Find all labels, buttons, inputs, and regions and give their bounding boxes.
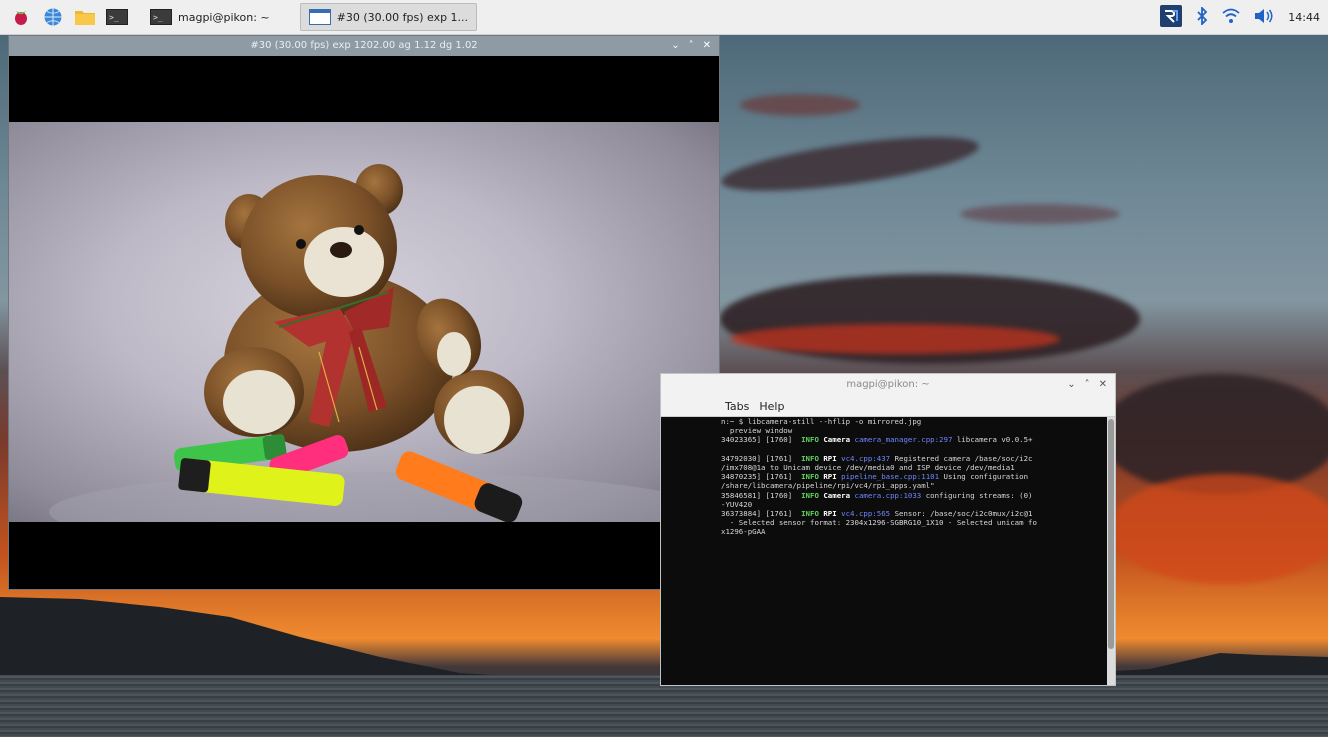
camera-preview-image bbox=[9, 122, 719, 522]
taskbar-task-terminal[interactable]: >_ magpi@pikon: ~ bbox=[142, 4, 278, 30]
preview-title: #30 (30.00 fps) exp 1202.00 ag 1.12 dg 1… bbox=[250, 40, 478, 51]
terminal-line: 34023365] [1760] INFO Camera camera_mana… bbox=[721, 435, 1033, 445]
terminal-line: n:~ $ libcamera-still --hflip -o mirrore… bbox=[721, 417, 922, 426]
wallpaper-cloud bbox=[730, 324, 1060, 354]
wallpaper-cloud bbox=[960, 204, 1120, 224]
menu-tabs[interactable]: Tabs bbox=[725, 400, 749, 413]
maximize-button[interactable]: ˄ bbox=[1085, 374, 1090, 396]
clock[interactable]: 14:44 bbox=[1288, 11, 1320, 24]
terminal-output[interactable]: n:~ $ libcamera-still --hflip -o mirrore… bbox=[721, 417, 1105, 685]
terminal-icon: >_ bbox=[150, 9, 172, 25]
terminal-line: 36373884] [1761] INFO RPI vc4.cpp:565 Se… bbox=[721, 509, 1033, 519]
terminal-line: -YUV420 bbox=[721, 499, 753, 509]
scrollbar-thumb[interactable] bbox=[1108, 419, 1114, 649]
taskbar: >_ >_ magpi@pikon: ~ #30 (30.00 fps) exp… bbox=[0, 0, 1328, 35]
teddy-bear-photo bbox=[49, 164, 709, 522]
window-icon bbox=[308, 9, 331, 25]
bluetooth-icon[interactable] bbox=[1196, 5, 1208, 28]
terminal-window: magpi@pikon: ~ ⌄ ˄ ✕ Tabs Help n:~ $ lib… bbox=[660, 373, 1116, 686]
close-button[interactable]: ✕ bbox=[703, 36, 711, 56]
terminal-line: 34870235] [1761] INFO RPI pipeline_base.… bbox=[721, 472, 1029, 482]
taskbar-task-preview[interactable]: #30 (30.00 fps) exp 1... bbox=[299, 3, 478, 31]
menu-help[interactable]: Help bbox=[759, 400, 784, 413]
volume-icon[interactable] bbox=[1254, 8, 1274, 27]
wifi-icon[interactable] bbox=[1222, 8, 1240, 27]
minimize-button[interactable]: ⌄ bbox=[1067, 374, 1075, 396]
file-manager-icon[interactable] bbox=[74, 6, 96, 28]
wallpaper-cloud bbox=[1110, 474, 1328, 584]
taskbar-task-label: #30 (30.00 fps) exp 1... bbox=[336, 10, 469, 24]
terminal-line: x1296-pGAA bbox=[721, 527, 766, 537]
terminal-menubar: Tabs Help bbox=[661, 396, 1115, 417]
terminal-line: 35846581] [1760] INFO Camera camera.cpp:… bbox=[721, 490, 1033, 500]
terminal-line: /imx708@1a to Unicam device /dev/media0 … bbox=[721, 463, 1015, 473]
system-tray: 14:44 bbox=[1160, 0, 1320, 34]
terminal-launcher-icon[interactable]: >_ bbox=[106, 6, 128, 28]
minimize-button[interactable]: ⌄ bbox=[671, 36, 679, 56]
close-button[interactable]: ✕ bbox=[1099, 374, 1107, 396]
maximize-button[interactable]: ˄ bbox=[689, 36, 694, 56]
taskbar-task-label: magpi@pikon: ~ bbox=[178, 10, 270, 24]
terminal-title: magpi@pikon: ~ bbox=[846, 379, 930, 390]
web-browser-icon[interactable] bbox=[42, 6, 64, 28]
wallpaper-cloud bbox=[740, 94, 860, 116]
terminal-line: 34792030] [1761] INFO RPI vc4.cpp:437 Re… bbox=[721, 453, 1033, 463]
camera-preview-window: #30 (30.00 fps) exp 1202.00 ag 1.12 dg 1… bbox=[8, 35, 720, 590]
terminal-titlebar[interactable]: magpi@pikon: ~ ⌄ ˄ ✕ bbox=[661, 374, 1115, 396]
vnc-icon[interactable] bbox=[1160, 4, 1183, 30]
terminal-line: - Selected sensor format: 2304x1296-SGBR… bbox=[721, 518, 1037, 528]
preview-titlebar[interactable]: #30 (30.00 fps) exp 1202.00 ag 1.12 dg 1… bbox=[9, 36, 719, 56]
wallpaper-cloud bbox=[718, 126, 982, 202]
terminal-line: preview window bbox=[721, 426, 793, 436]
terminal-scrollbar[interactable] bbox=[1107, 417, 1115, 685]
terminal-line: /share/libcamera/pipeline/rpi/vc4/rpi_ap… bbox=[721, 481, 935, 491]
raspberry-menu-icon[interactable] bbox=[10, 6, 32, 28]
